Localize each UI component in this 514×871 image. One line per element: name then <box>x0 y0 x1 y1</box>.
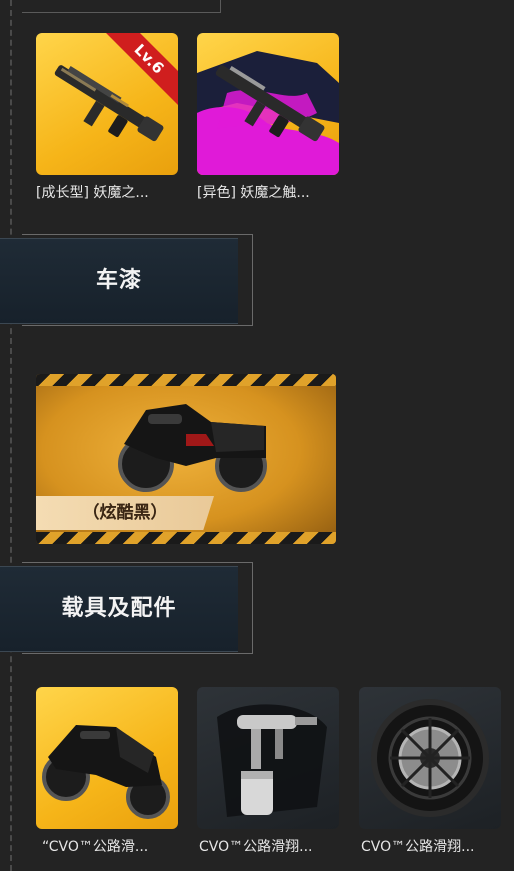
item-label: [成长型] 妖魔之... <box>36 185 149 201</box>
section-paint: 车漆 <box>0 238 238 324</box>
item-label: CVO™公路滑翔... <box>361 839 475 855</box>
item-card-variant-rifle[interactable] <box>197 33 339 175</box>
paint-name-label: （炫酷黑） <box>36 496 214 530</box>
section-vehicle: 载具及配件 <box>0 566 238 652</box>
item-card-growth-rifle[interactable]: Lv.6 <box>36 33 178 175</box>
wheel-icon <box>371 699 489 817</box>
item-label: [异色] 妖魔之触... <box>197 185 310 201</box>
spray-gun-icon <box>217 704 327 817</box>
left-dashed-line <box>10 0 12 871</box>
item-label: CVO™公路滑翔... <box>199 839 313 855</box>
item-card-motorcycle[interactable] <box>36 687 178 829</box>
item-card-spray-gun[interactable] <box>197 687 339 829</box>
assault-rifle-magenta-icon <box>197 51 339 175</box>
section-title: 车漆 <box>95 268 142 293</box>
item-card-wheel[interactable] <box>359 687 501 829</box>
motorcycle-icon <box>42 725 170 819</box>
item-label: “CVO™公路滑... <box>42 839 149 855</box>
top-frame-bracket <box>22 0 221 13</box>
section-title: 载具及配件 <box>61 596 177 621</box>
paint-banner[interactable]: （炫酷黑） <box>36 374 336 544</box>
